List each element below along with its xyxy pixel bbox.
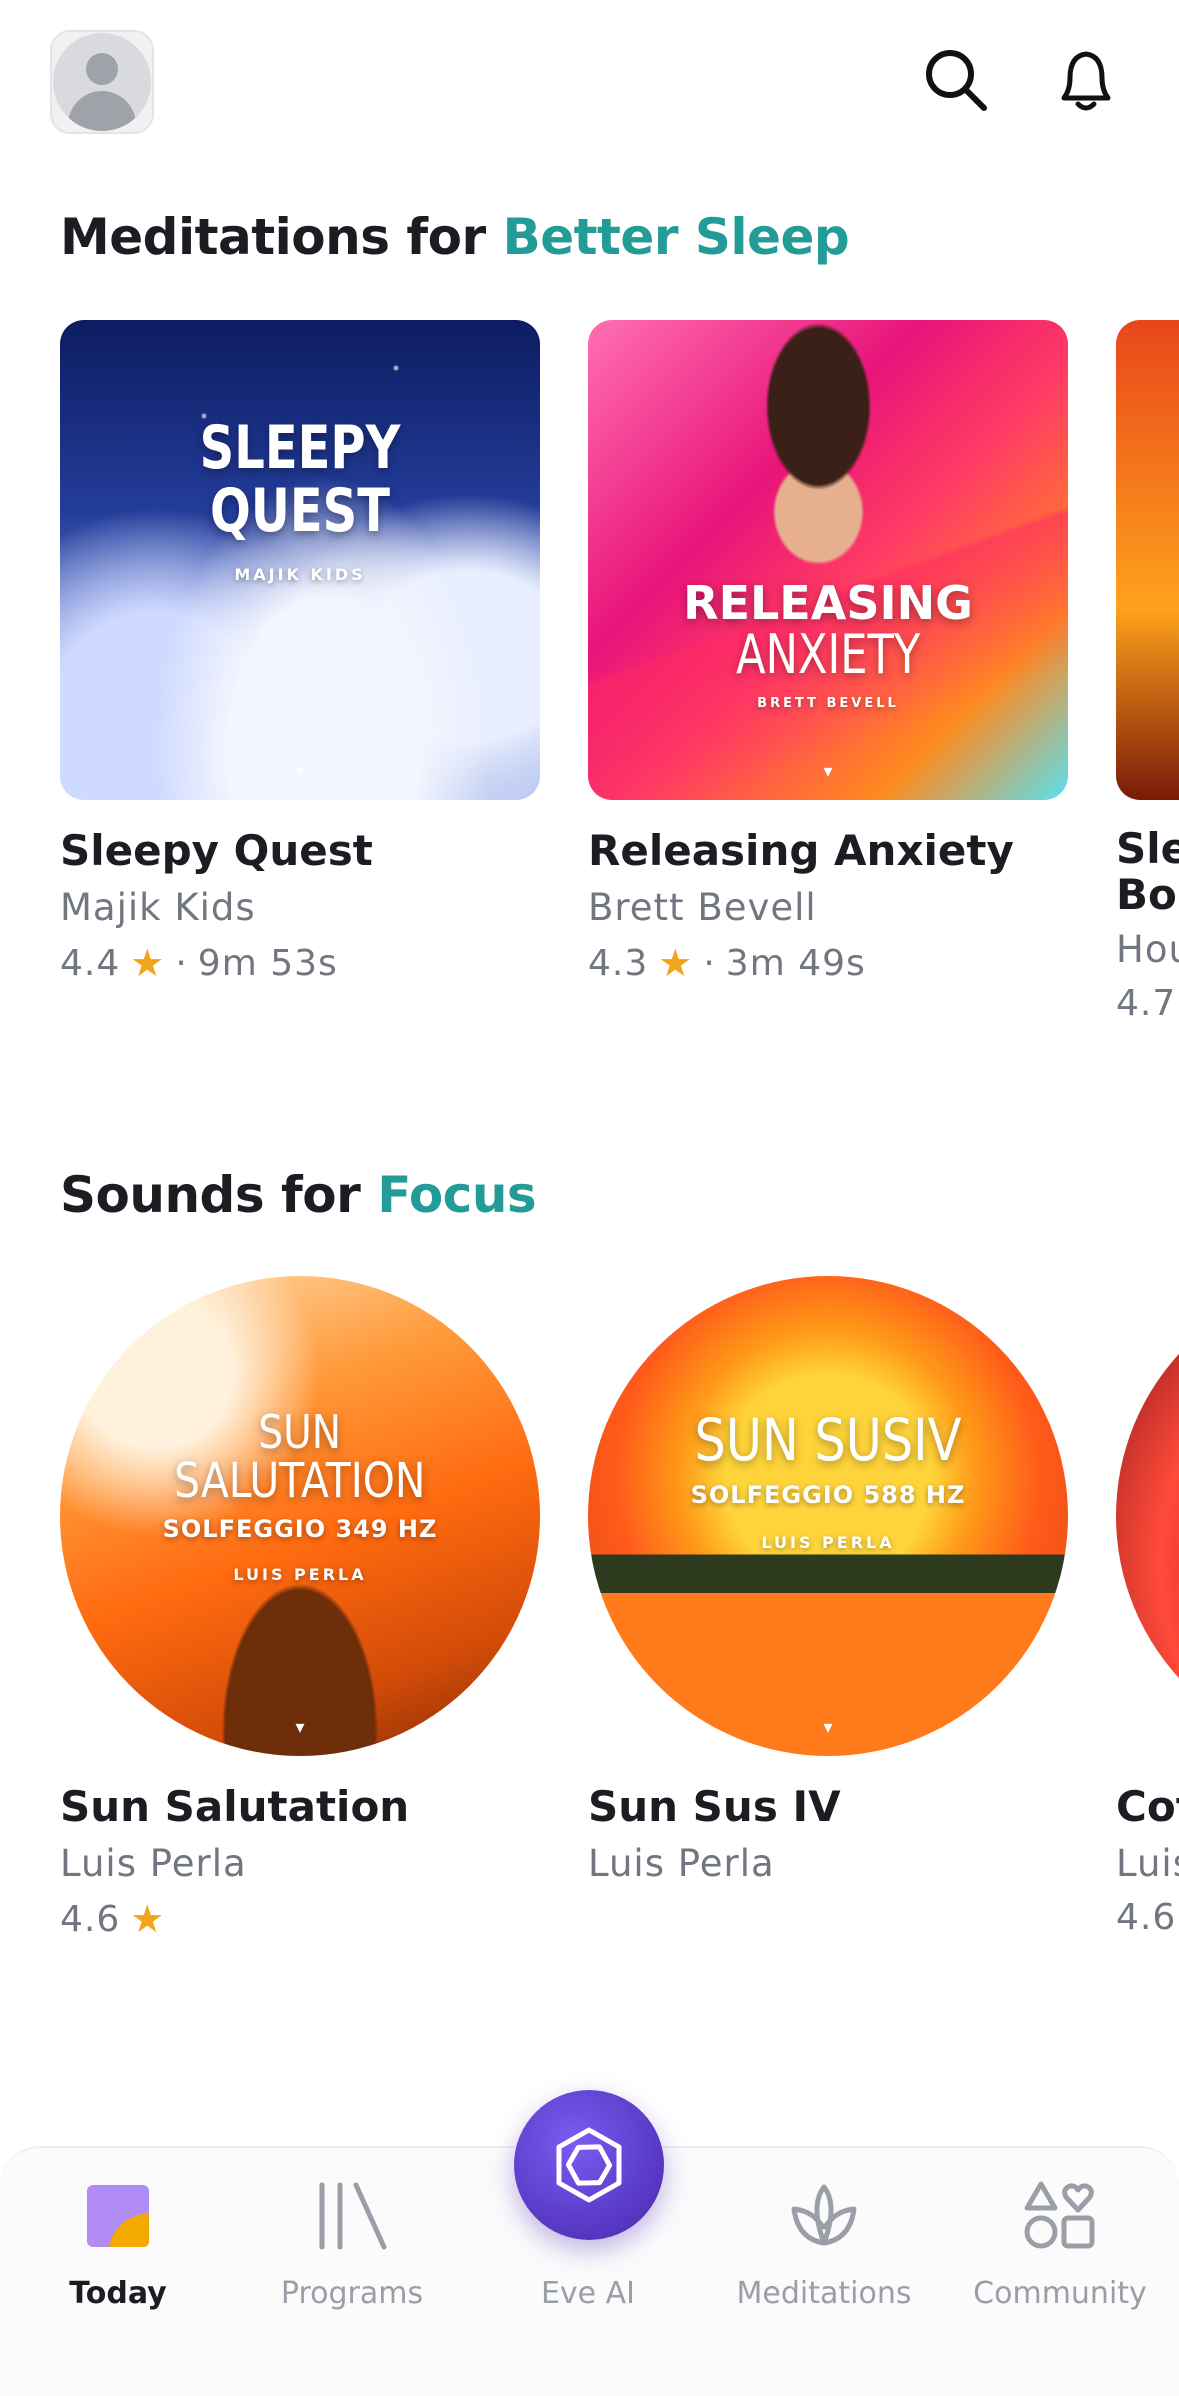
card-title: Sun Sus IV bbox=[588, 1782, 841, 1831]
card-meta: 4.7 bbox=[1116, 983, 1179, 1024]
nav-label: Community bbox=[973, 2276, 1147, 2311]
section-title-prefix: Meditations for bbox=[60, 208, 486, 266]
meditation-card-partial[interactable]: Sle Bo Hou 4.7 bbox=[1116, 320, 1179, 1024]
nav-label: Meditations bbox=[736, 2276, 912, 2311]
nav-item-meditations[interactable]: Meditations bbox=[714, 2176, 934, 2316]
star-icon: ★ bbox=[130, 941, 166, 986]
card-rating: 4.6 bbox=[1116, 1897, 1177, 1939]
nav-item-community[interactable]: Community bbox=[950, 2176, 1170, 2316]
focus-section-title: Sounds for Focus bbox=[60, 1166, 537, 1224]
card-rating: 4.3 bbox=[588, 942, 649, 984]
star-icon: ★ bbox=[130, 1897, 166, 1942]
search-icon bbox=[926, 50, 987, 111]
art-title: SLEEPY QUEST bbox=[199, 412, 401, 546]
sleep-section-title: Meditations for Better Sleep bbox=[60, 208, 850, 266]
card-title: Sleepy Quest bbox=[60, 826, 373, 875]
card-artwork: RELEASING ANXIETY BRETT BEVELL ▾ bbox=[588, 320, 1068, 800]
community-shapes-icon bbox=[1020, 2176, 1100, 2256]
card-duration: 3m 49s bbox=[725, 942, 866, 984]
card-artwork: SUN SUSIV SOLFEGGIO 588 HZ LUIS PERLA ▾ bbox=[588, 1276, 1068, 1756]
search-button[interactable] bbox=[916, 40, 996, 120]
art-title-line2: SALUTATION bbox=[174, 1453, 426, 1510]
card-title: Cof bbox=[1116, 1782, 1179, 1831]
nav-item-programs[interactable]: Programs bbox=[242, 2176, 462, 2316]
card-meta: 4.6 bbox=[1116, 1897, 1179, 1938]
card-rating: 4.4 bbox=[60, 942, 121, 984]
art-author: LUIS PERLA bbox=[761, 1532, 895, 1552]
sound-card-partial[interactable]: Cof Luis 4.6 bbox=[1116, 1276, 1179, 1938]
card-title: Releasing Anxiety bbox=[588, 826, 1014, 875]
section-title-accent: Better Sleep bbox=[502, 208, 850, 266]
art-subtitle: SOLFEGGIO 349 HZ bbox=[162, 1514, 438, 1543]
card-meta: 4.6 ★ bbox=[60, 1897, 540, 1941]
bell-icon bbox=[1061, 51, 1111, 111]
card-author: Luis bbox=[1116, 1842, 1179, 1886]
profile-avatar-icon bbox=[53, 33, 151, 131]
card-author: Luis Perla bbox=[588, 1842, 775, 1886]
today-screen: Meditations for Better Sleep SLEEPY QUES… bbox=[0, 0, 1179, 2396]
nav-item-today[interactable]: Today bbox=[8, 2176, 228, 2316]
nav-label: Today bbox=[69, 2276, 167, 2311]
profile-avatar-button[interactable] bbox=[50, 30, 154, 134]
art-title: SUN SUSIV bbox=[694, 1406, 962, 1475]
brand-mark-icon: ▾ bbox=[823, 1717, 833, 1738]
art-subtitle: MAJIK KIDS bbox=[234, 564, 366, 584]
card-artwork bbox=[1116, 1276, 1179, 1756]
meditation-card-releasing-anxiety[interactable]: RELEASING ANXIETY BRETT BEVELL ▾ Releasi… bbox=[588, 320, 1068, 985]
today-icon bbox=[78, 2176, 158, 2256]
nav-label: Eve AI bbox=[540, 2276, 636, 2311]
art-subtitle: SOLFEGGIO 588 HZ bbox=[690, 1480, 966, 1509]
card-meta: 4.3 ★ · 3m 49s bbox=[588, 941, 1068, 985]
art-subtitle: BRETT BEVELL bbox=[757, 695, 899, 711]
card-rating: 4.6 bbox=[60, 1898, 121, 1940]
card-artwork: SLEEPY QUEST MAJIK KIDS ▾ bbox=[60, 320, 540, 800]
card-author: Brett Bevell bbox=[588, 886, 817, 930]
card-title-line1: Sle bbox=[1116, 824, 1179, 873]
brand-mark-icon: ▾ bbox=[295, 1717, 305, 1738]
section-title-accent: Focus bbox=[377, 1166, 537, 1224]
card-title: Sle Bo bbox=[1116, 824, 1179, 920]
art-title-line1: RELEASING bbox=[683, 576, 973, 630]
card-rating: 4.7 bbox=[1116, 983, 1177, 1025]
art-title-line1: SUN bbox=[258, 1405, 342, 1460]
sleep-carousel[interactable]: SLEEPY QUEST MAJIK KIDS ▾ Sleepy Quest M… bbox=[0, 320, 1179, 1080]
card-author: Majik Kids bbox=[60, 886, 256, 930]
sound-card-sun-sus-iv[interactable]: SUN SUSIV SOLFEGGIO 588 HZ LUIS PERLA ▾ … bbox=[588, 1276, 1068, 1885]
nav-item-eve-ai[interactable]: Eve AI bbox=[478, 2176, 698, 2316]
sound-card-sun-salutation[interactable]: SUN SALUTATION SOLFEGGIO 349 HZ LUIS PER… bbox=[60, 1276, 540, 1941]
section-title-prefix: Sounds for bbox=[60, 1166, 361, 1224]
star-icon: ★ bbox=[658, 941, 694, 986]
meta-separator: · bbox=[175, 942, 188, 984]
meditation-card-sleepy-quest[interactable]: SLEEPY QUEST MAJIK KIDS ▾ Sleepy Quest M… bbox=[60, 320, 540, 985]
card-author: Hou bbox=[1116, 928, 1179, 972]
notifications-button[interactable] bbox=[1046, 40, 1126, 120]
card-title-line2: Bo bbox=[1116, 870, 1177, 920]
card-title: Sun Salutation bbox=[60, 1782, 410, 1831]
card-duration: 9m 53s bbox=[197, 942, 338, 984]
brand-mark-icon: ▾ bbox=[295, 761, 305, 782]
card-artwork: SUN SALUTATION SOLFEGGIO 349 HZ LUIS PER… bbox=[60, 1276, 540, 1756]
lotus-icon bbox=[784, 2176, 864, 2256]
meta-separator: · bbox=[703, 942, 716, 984]
card-meta: 4.4 ★ · 9m 53s bbox=[60, 941, 540, 985]
programs-icon bbox=[312, 2176, 392, 2256]
card-artwork bbox=[1116, 320, 1179, 800]
card-author: Luis Perla bbox=[60, 1842, 247, 1886]
nav-label: Programs bbox=[280, 2276, 424, 2311]
brand-mark-icon: ▾ bbox=[823, 761, 833, 782]
art-author: LUIS PERLA bbox=[233, 1564, 367, 1584]
art-title-line2: ANXIETY bbox=[735, 623, 921, 687]
focus-carousel[interactable]: SUN SALUTATION SOLFEGGIO 349 HZ LUIS PER… bbox=[0, 1276, 1179, 2036]
